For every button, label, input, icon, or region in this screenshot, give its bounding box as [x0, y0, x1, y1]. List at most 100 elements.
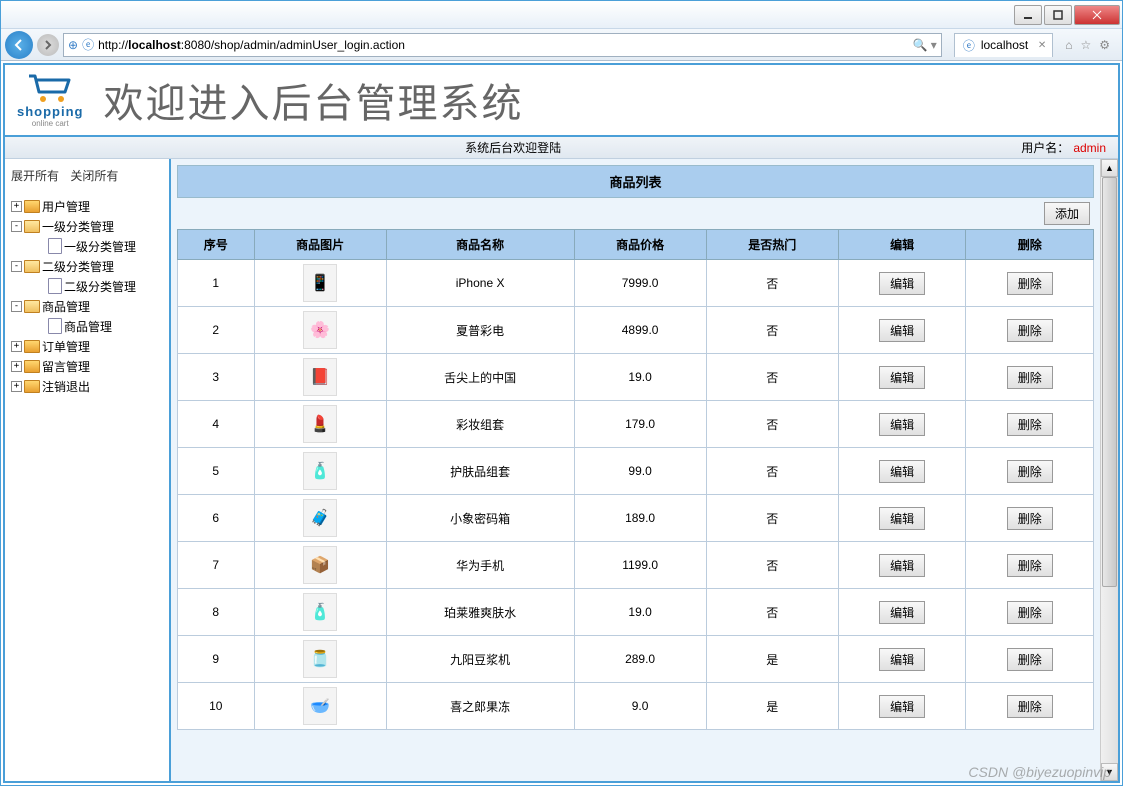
ie-icon: ⓔ: [82, 36, 94, 53]
add-button[interactable]: 添加: [1044, 202, 1090, 225]
edit-button[interactable]: 编辑: [879, 554, 925, 577]
edit-button[interactable]: 编辑: [879, 366, 925, 389]
cell-no: 6: [178, 495, 255, 542]
window-maximize-button[interactable]: [1044, 5, 1072, 25]
window-close-button[interactable]: [1074, 5, 1120, 25]
cell-name: 小象密码箱: [386, 495, 574, 542]
cell-delete: 删除: [966, 683, 1094, 730]
product-thumb: 📦: [303, 546, 337, 584]
delete-button[interactable]: 删除: [1007, 601, 1053, 624]
cell-hot: 否: [706, 401, 838, 448]
edit-button[interactable]: 编辑: [879, 601, 925, 624]
delete-button[interactable]: 删除: [1007, 413, 1053, 436]
cell-no: 1: [178, 260, 255, 307]
tree-toggle[interactable]: +: [11, 341, 22, 352]
cell-delete: 删除: [966, 401, 1094, 448]
status-welcome: 系统后台欢迎登陆: [5, 139, 1021, 156]
nav-back-button[interactable]: [5, 31, 33, 59]
delete-button[interactable]: 删除: [1007, 319, 1053, 342]
cell-price: 289.0: [574, 636, 706, 683]
delete-button[interactable]: 删除: [1007, 272, 1053, 295]
tree-node[interactable]: -二级分类管理: [9, 256, 165, 276]
home-icon[interactable]: ⌂: [1065, 38, 1072, 52]
delete-button[interactable]: 删除: [1007, 695, 1053, 718]
browser-tab[interactable]: ⓔ localhost ✕: [954, 33, 1053, 57]
tab-close-button[interactable]: ✕: [1038, 40, 1046, 51]
cell-image: 🧳: [254, 495, 386, 542]
tree-node[interactable]: +留言管理: [9, 356, 165, 376]
compat-icon: ⊕: [68, 38, 78, 52]
edit-button[interactable]: 编辑: [879, 319, 925, 342]
delete-button[interactable]: 删除: [1007, 366, 1053, 389]
cell-no: 10: [178, 683, 255, 730]
scroll-up-button[interactable]: ▲: [1101, 159, 1118, 177]
address-bar[interactable]: ⊕ ⓔ http://localhost:8080/shop/admin/adm…: [63, 33, 942, 57]
tree-label: 二级分类管理: [64, 278, 136, 295]
delete-button[interactable]: 删除: [1007, 460, 1053, 483]
tree-node[interactable]: +用户管理: [9, 196, 165, 216]
cell-delete: 删除: [966, 260, 1094, 307]
cell-no: 3: [178, 354, 255, 401]
tree-node[interactable]: +订单管理: [9, 336, 165, 356]
cell-no: 4: [178, 401, 255, 448]
scroll-thumb[interactable]: [1102, 177, 1117, 587]
product-table: 序号商品图片商品名称商品价格是否热门编辑删除 1📱iPhone X7999.0否…: [177, 229, 1094, 730]
scroll-down-button[interactable]: ▼: [1101, 763, 1118, 781]
delete-button[interactable]: 删除: [1007, 507, 1053, 530]
logo-text-1: shopping: [17, 104, 84, 119]
cell-price: 4899.0: [574, 307, 706, 354]
tree-toggle[interactable]: -: [11, 301, 22, 312]
tree-node[interactable]: +注销退出: [9, 376, 165, 396]
cell-edit: 编辑: [838, 589, 966, 636]
product-thumb: 📱: [303, 264, 337, 302]
edit-button[interactable]: 编辑: [879, 648, 925, 671]
tools-icon[interactable]: ⚙: [1099, 38, 1110, 52]
tree-node[interactable]: -商品管理: [9, 296, 165, 316]
folder-open-icon: [24, 300, 40, 313]
tree-toggle[interactable]: +: [11, 201, 22, 212]
nav-tree: +用户管理-一级分类管理一级分类管理-二级分类管理二级分类管理-商品管理商品管理…: [9, 196, 165, 396]
edit-button[interactable]: 编辑: [879, 272, 925, 295]
nav-forward-button[interactable]: [37, 34, 59, 56]
collapse-all-link[interactable]: 关闭所有: [70, 169, 118, 183]
cell-price: 99.0: [574, 448, 706, 495]
column-header: 序号: [178, 230, 255, 260]
tree-toggle[interactable]: +: [11, 381, 22, 392]
delete-button[interactable]: 删除: [1007, 554, 1053, 577]
cell-hot: 是: [706, 636, 838, 683]
product-thumb: 📕: [303, 358, 337, 396]
tree-node[interactable]: 二级分类管理: [9, 276, 165, 296]
cell-hot: 否: [706, 542, 838, 589]
window-minimize-button[interactable]: [1014, 5, 1042, 25]
folder-closed-icon: [24, 380, 40, 393]
tree-node[interactable]: -一级分类管理: [9, 216, 165, 236]
vertical-scrollbar[interactable]: ▲ ▼: [1100, 159, 1118, 781]
tree-node[interactable]: 一级分类管理: [9, 236, 165, 256]
list-title: 商品列表: [177, 165, 1094, 198]
edit-button[interactable]: 编辑: [879, 413, 925, 436]
tree-toggle[interactable]: +: [11, 361, 22, 372]
status-bar: 系统后台欢迎登陆 用户名：admin: [5, 137, 1118, 159]
edit-button[interactable]: 编辑: [879, 695, 925, 718]
delete-button[interactable]: 删除: [1007, 648, 1053, 671]
cell-price: 179.0: [574, 401, 706, 448]
tree-toggle[interactable]: -: [11, 221, 22, 232]
tree-toggle[interactable]: -: [11, 261, 22, 272]
cell-edit: 编辑: [838, 260, 966, 307]
cell-edit: 编辑: [838, 401, 966, 448]
table-wrap: 商品列表 添加 序号商品图片商品名称商品价格是否热门编辑删除 1📱iPhone …: [171, 159, 1100, 781]
page-title: 欢迎进入后台管理系统: [104, 71, 524, 129]
scroll-track[interactable]: [1101, 177, 1118, 763]
page-icon: [48, 278, 62, 294]
edit-button[interactable]: 编辑: [879, 460, 925, 483]
cell-name: iPhone X: [386, 260, 574, 307]
tree-node[interactable]: 商品管理: [9, 316, 165, 336]
favorites-icon[interactable]: ☆: [1080, 38, 1091, 52]
cell-price: 19.0: [574, 589, 706, 636]
edit-button[interactable]: 编辑: [879, 507, 925, 530]
search-area[interactable]: 🔍 ▾: [913, 38, 937, 52]
cell-price: 189.0: [574, 495, 706, 542]
folder-open-icon: [24, 220, 40, 233]
expand-all-link[interactable]: 展开所有: [11, 169, 59, 183]
column-header: 编辑: [838, 230, 966, 260]
